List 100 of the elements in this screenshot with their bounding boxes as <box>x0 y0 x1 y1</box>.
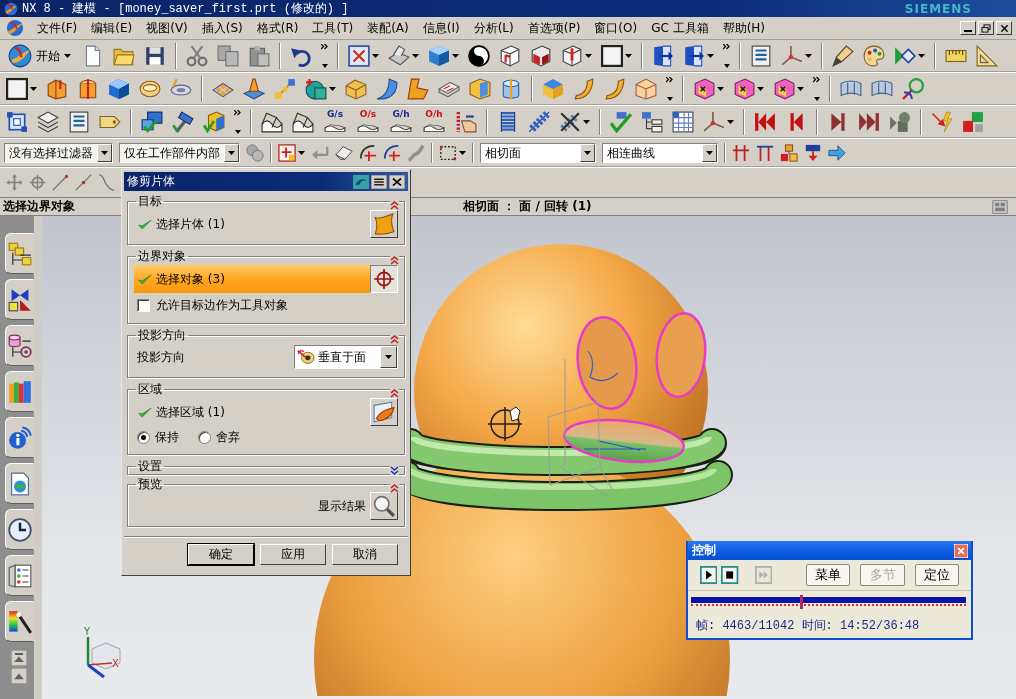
yin-yang-icon[interactable] <box>468 45 490 67</box>
navigator-tab[interactable] <box>5 279 34 320</box>
menu-item[interactable]: 帮助(H) <box>715 19 773 37</box>
menu-button[interactable]: 菜单 <box>806 564 851 586</box>
tree-list-icon[interactable] <box>641 111 663 133</box>
square-x-icon[interactable] <box>348 45 370 67</box>
grid-table-icon[interactable] <box>672 111 694 133</box>
menu-item[interactable]: 工具(T) <box>305 19 361 37</box>
menu-item[interactable]: 文件(F) <box>30 19 85 37</box>
radio-label[interactable]: 舍弃 <box>216 428 240 446</box>
l-shape-icon[interactable] <box>407 78 429 100</box>
box-panel-icon[interactable] <box>469 78 491 100</box>
axes-icon[interactable] <box>781 45 803 67</box>
stop-icon[interactable] <box>721 566 739 584</box>
toolbar-options-icon[interactable] <box>234 110 241 134</box>
linked-squares-icon[interactable] <box>962 111 984 133</box>
pencil-icon[interactable] <box>832 45 854 67</box>
curved-face-icon[interactable] <box>376 78 398 100</box>
scroll-up-icon[interactable] <box>11 668 27 684</box>
shaded-cube-icon[interactable] <box>530 45 552 67</box>
wireframe-cube-icon[interactable] <box>499 45 521 67</box>
close-button[interactable] <box>996 21 1012 35</box>
frame-select-icon[interactable] <box>6 111 28 133</box>
menu-icon[interactable] <box>371 174 387 189</box>
hatched-cross-icon[interactable] <box>559 111 581 133</box>
surface-analysis-button[interactable]: O/s <box>356 109 380 135</box>
radio-label[interactable]: 保持 <box>155 428 179 446</box>
cylinder-icon[interactable] <box>500 78 522 100</box>
selection-step[interactable]: 选择区域 (1) <box>134 398 370 426</box>
blocks-check-icon[interactable] <box>141 111 163 133</box>
triangle-figure-icon[interactable] <box>889 111 911 133</box>
timeline-thumb[interactable] <box>800 595 803 609</box>
hexagon-cross-icon[interactable] <box>693 78 715 100</box>
rotate-handle-icon[interactable] <box>29 174 46 191</box>
clipboard-icon[interactable] <box>248 45 270 67</box>
locate-button[interactable]: 定位 <box>914 564 959 586</box>
cone-icon[interactable] <box>243 78 265 100</box>
list-icon[interactable] <box>750 45 772 67</box>
curved-sheet-icon[interactable] <box>573 78 595 100</box>
stacked-blocks-icon[interactable] <box>780 144 798 162</box>
palette-icon[interactable] <box>863 45 885 67</box>
apply-button[interactable]: 应用 <box>260 544 326 565</box>
surface-analysis-button[interactable]: O/h <box>422 109 446 135</box>
copy-icon[interactable] <box>217 45 239 67</box>
dropdown-caret-icon[interactable] <box>707 54 714 58</box>
scroll-to-top-icon[interactable] <box>11 650 27 666</box>
close-icon[interactable] <box>389 174 405 189</box>
overlapping-circles-icon[interactable] <box>246 144 264 162</box>
layers-icon[interactable] <box>37 111 59 133</box>
navigator-tab[interactable] <box>5 325 34 366</box>
navigator-tab[interactable] <box>5 555 34 596</box>
dropdown-caret-icon[interactable] <box>805 54 812 58</box>
projection-dropdown[interactable]: 垂直于面 <box>294 345 398 369</box>
hexagon-cross-icon[interactable] <box>733 78 755 100</box>
block-icon[interactable] <box>108 78 130 100</box>
checkbox[interactable] <box>137 298 150 312</box>
crossbars-icon[interactable] <box>732 144 750 162</box>
toolbar-options-icon[interactable] <box>321 44 328 68</box>
collapse-chevron-icon[interactable] <box>390 389 399 398</box>
face-rule-dropdown[interactable]: 相切面 <box>480 143 596 163</box>
show-result-button[interactable] <box>370 492 398 520</box>
selection-button[interactable] <box>370 265 398 293</box>
menu-item[interactable]: 首选项(P) <box>520 19 588 37</box>
door-arrow-icon[interactable] <box>683 45 705 67</box>
timeline-track[interactable] <box>691 595 966 609</box>
dropdown-caret-icon[interactable] <box>298 151 305 155</box>
hexagon-cross-icon[interactable] <box>773 78 795 100</box>
blank-square-icon[interactable] <box>6 78 28 100</box>
arrow-bolt-icon[interactable] <box>931 111 953 133</box>
dropdown-caret-icon[interactable] <box>585 54 592 58</box>
select-box-icon[interactable] <box>278 144 296 162</box>
menu-item[interactable]: 窗口(O) <box>587 19 645 37</box>
circle-plus-icon[interactable] <box>305 78 327 100</box>
scissors-icon[interactable] <box>186 45 208 67</box>
surface-icon[interactable] <box>840 78 862 100</box>
bar-down-arrow-icon[interactable] <box>804 144 822 162</box>
menu-item[interactable]: 分析(L) <box>466 19 521 37</box>
wavy-surface-icon[interactable] <box>261 111 283 133</box>
hammer-icon[interactable] <box>172 111 194 133</box>
type-filter-dropdown[interactable]: 没有选择过滤器 <box>4 143 113 163</box>
circle-lines-icon[interactable] <box>902 78 924 100</box>
cube-icon[interactable] <box>428 45 450 67</box>
curve-icon[interactable] <box>98 174 115 191</box>
toolbar-options-icon[interactable] <box>813 77 820 101</box>
collapse-chevron-icon[interactable] <box>390 335 399 344</box>
dashed-bar-hand-icon[interactable] <box>455 111 477 133</box>
logo-icon[interactable] <box>6 19 24 37</box>
undo-icon[interactable] <box>290 45 312 67</box>
tray-icon[interactable] <box>388 45 410 67</box>
toolbar-options-icon[interactable] <box>723 44 730 68</box>
curve-plus-icon[interactable] <box>383 144 401 162</box>
restore-button[interactable] <box>978 21 994 35</box>
dropdown-caret-icon[interactable] <box>459 151 466 155</box>
dropdown-caret-icon[interactable] <box>30 87 37 91</box>
skip-to-start-icon[interactable] <box>754 111 776 133</box>
dropdown-caret-icon[interactable] <box>372 54 379 58</box>
navigator-tab[interactable] <box>5 601 34 642</box>
door-arrow-icon[interactable] <box>652 45 674 67</box>
dropdown-caret-icon[interactable] <box>625 54 632 58</box>
cancel-button[interactable]: 取消 <box>332 544 398 565</box>
